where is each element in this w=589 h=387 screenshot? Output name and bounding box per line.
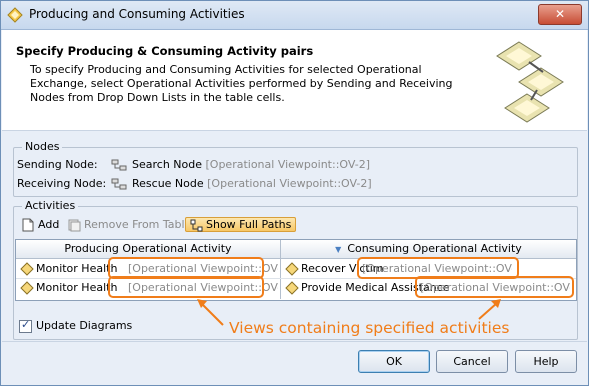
title-bar[interactable]: Producing and Consuming Activities ✕ xyxy=(1,1,588,30)
receiving-node-label: Receiving Node: xyxy=(17,177,107,190)
receiving-node-name[interactable]: Rescue Node xyxy=(132,177,204,190)
activity-icon xyxy=(20,262,34,276)
help-button[interactable]: Help xyxy=(515,350,577,373)
close-button[interactable]: ✕ xyxy=(538,4,582,25)
consuming-column-label: Consuming Operational Activity xyxy=(347,242,522,255)
show-full-paths-label: Show Full Paths xyxy=(206,218,292,231)
window-title: Producing and Consuming Activities xyxy=(29,7,245,21)
full-paths-icon xyxy=(190,219,203,231)
producing-activity-name: Monitor Health xyxy=(36,262,118,275)
node-icon xyxy=(111,178,126,190)
remove-icon xyxy=(68,219,81,232)
sort-arrow-icon: ▼ xyxy=(335,245,342,254)
receiving-node-row: Receiving Node: Rescue Node [Operational… xyxy=(17,177,372,190)
add-document-icon xyxy=(22,218,34,232)
add-button[interactable]: Add xyxy=(21,215,59,235)
header-description: To specify Producing and Consuming Activ… xyxy=(30,63,453,104)
header-panel: Specify Producing & Consuming Activity p… xyxy=(2,30,587,131)
show-full-paths-button[interactable]: Show Full Paths xyxy=(185,217,297,232)
producing-activity-name: Monitor Health xyxy=(36,281,118,294)
activity-icon xyxy=(20,281,34,295)
divider xyxy=(2,341,587,342)
receiving-node-path: [Operational Viewpoint::OV-2] xyxy=(207,177,372,190)
sending-node-label: Sending Node: xyxy=(17,158,98,171)
header-title: Specify Producing & Consuming Activity p… xyxy=(16,44,314,58)
ok-button[interactable]: OK xyxy=(358,350,430,373)
checkbox-checked-icon[interactable] xyxy=(19,318,32,333)
update-diagrams-label: Update Diagrams xyxy=(36,319,133,332)
activities-group-title: Activities xyxy=(22,199,79,212)
activity-icon xyxy=(285,262,299,276)
sending-node-row: Sending Node: Search Node [Operational V… xyxy=(17,158,370,171)
show-full-paths-toggle[interactable]: Show Full Paths xyxy=(185,215,297,235)
update-diagrams-checkbox[interactable]: Update Diagrams xyxy=(19,318,133,333)
annotation-callout: Views containing specified activities xyxy=(229,319,510,337)
remove-from-table-button[interactable]: Remove From Table xyxy=(67,215,191,235)
dialog-window: Producing and Consuming Activities ✕ Spe… xyxy=(0,0,589,386)
activity-icon xyxy=(285,281,299,295)
nodes-group-title: Nodes xyxy=(22,140,63,153)
cancel-button[interactable]: Cancel xyxy=(436,350,508,373)
app-icon xyxy=(7,7,23,23)
activity-exchange-graphic-icon xyxy=(496,41,564,123)
highlight-box xyxy=(108,276,264,298)
highlight-box xyxy=(415,276,574,298)
node-icon xyxy=(111,159,126,171)
add-button-label: Add xyxy=(38,218,60,231)
remove-button-label: Remove From Table xyxy=(84,218,192,231)
sending-node-path: [Operational Viewpoint::OV-2] xyxy=(205,158,371,171)
sending-node-name[interactable]: Search Node xyxy=(132,158,202,171)
